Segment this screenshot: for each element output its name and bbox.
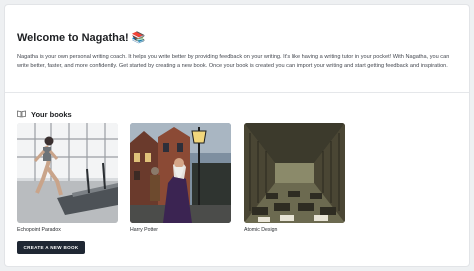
book-title[interactable]: Harry Potter: [130, 227, 231, 233]
book-title[interactable]: Echopoint Paradox: [17, 227, 118, 233]
create-new-book-button[interactable]: CREATE A NEW BOOK: [17, 241, 85, 254]
welcome-title: Welcome to Nagatha! 📚: [17, 32, 146, 44]
welcome-description: Nagatha is your own personal writing coa…: [17, 54, 450, 70]
book-card[interactable]: Harry Potter: [130, 123, 231, 233]
book-cover-image[interactable]: [17, 123, 118, 223]
main-card: Welcome to Nagatha! 📚 Nagatha is your ow…: [4, 4, 470, 267]
books-section-header: Your books: [17, 109, 72, 119]
book-cover-image[interactable]: [244, 123, 345, 223]
book-card[interactable]: Atomic Design: [244, 123, 345, 233]
book-cover-image[interactable]: [130, 123, 231, 223]
welcome-panel: Welcome to Nagatha! 📚 Nagatha is your ow…: [5, 5, 469, 93]
open-book-icon: [17, 110, 26, 118]
book-title[interactable]: Atomic Design: [244, 227, 345, 233]
books-section-title: Your books: [31, 109, 72, 119]
book-card[interactable]: Echopoint Paradox: [17, 123, 118, 233]
